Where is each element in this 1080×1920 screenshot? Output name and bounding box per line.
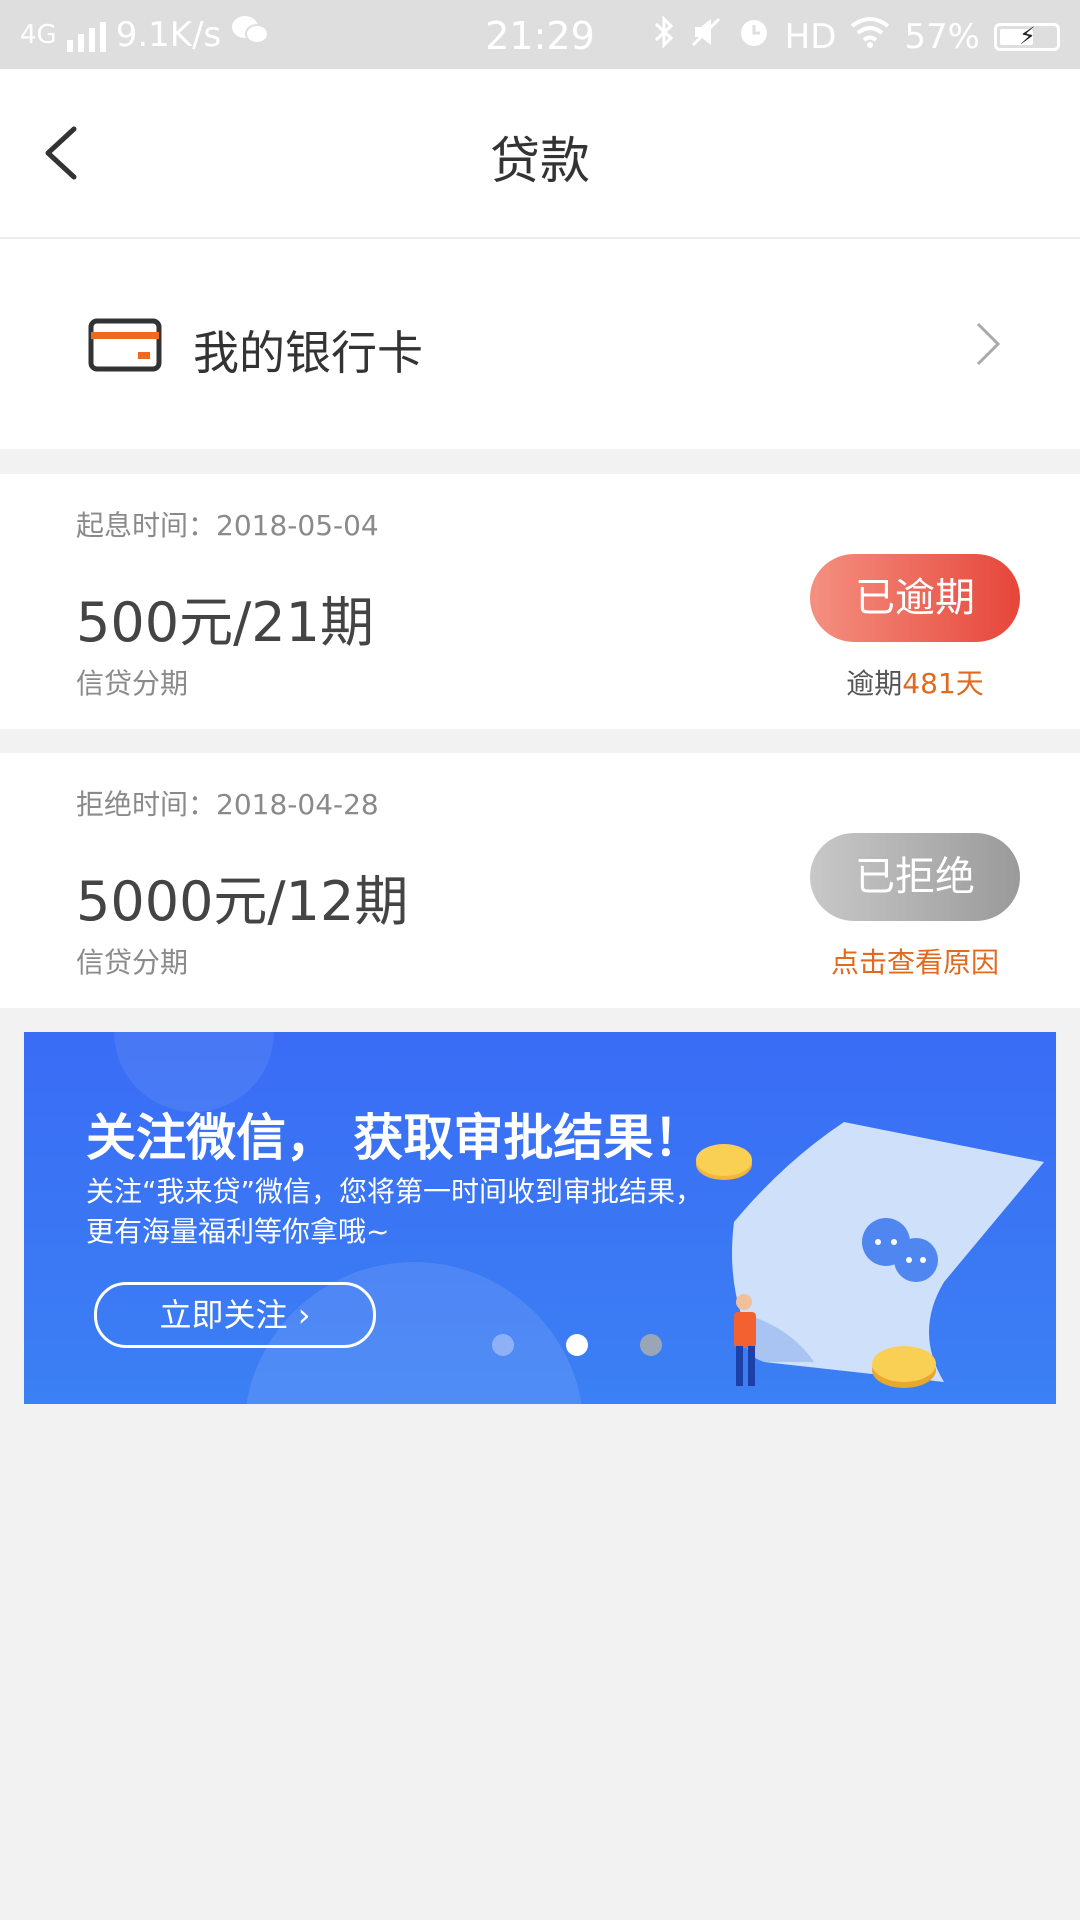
reject-date-value: 2018-04-28 <box>216 788 379 821</box>
follow-now-label: 立即关注 <box>159 1296 288 1334</box>
reject-date-label: 拒绝时间： <box>76 788 217 821</box>
navigation-bar: 贷款 <box>0 69 1080 239</box>
carousel-indicator <box>492 1334 662 1356</box>
loan-amount: 5000元/12期 <box>76 870 409 933</box>
chevron-right-icon <box>976 322 1001 366</box>
view-reason-text: 点击查看原因 <box>830 946 999 979</box>
page-title: 贷款 <box>490 132 590 190</box>
loan-amount: 500元/21期 <box>76 591 374 654</box>
carousel-dot-active[interactable] <box>566 1334 588 1356</box>
battery-percent: 57% <box>904 16 980 57</box>
overdue-status-button[interactable]: 已逾期 <box>810 554 1020 642</box>
hd-label: HD <box>784 16 837 57</box>
loan-card-overdue[interactable]: 起息时间：2018-05-04 500元/21期 信贷分期 已逾期 逾期481天 <box>0 474 1080 729</box>
my-bank-card-row[interactable]: 我的银行卡 <box>0 239 1080 449</box>
wifi-icon <box>850 16 890 57</box>
alarm-icon <box>737 15 771 58</box>
bank-card-icon <box>88 318 162 372</box>
banner-title: 关注微信， 获取审批结果！ <box>86 1109 704 1167</box>
start-date-label: 起息时间： <box>76 509 217 542</box>
view-reason-link[interactable]: 点击查看原因 <box>810 941 1020 981</box>
carousel-dot[interactable] <box>640 1334 662 1356</box>
follow-now-button[interactable]: 立即关注 › <box>94 1282 376 1348</box>
rejected-status-button[interactable]: 已拒绝 <box>810 833 1020 921</box>
wechat-document-illustration <box>696 1122 1044 1388</box>
overdue-days-value: 481天 <box>902 667 984 700</box>
bank-card-label: 我的银行卡 <box>193 326 423 380</box>
start-date: 起息时间：2018-05-04 <box>76 504 379 544</box>
chevron-right-icon: › <box>297 1296 311 1334</box>
mute-icon <box>689 15 723 58</box>
reject-date: 拒绝时间：2018-04-28 <box>76 783 379 823</box>
start-date-value: 2018-05-04 <box>216 509 379 542</box>
overdue-prefix: 逾期 <box>846 667 903 700</box>
wechat-follow-banner[interactable]: 关注微信， 获取审批结果！ 关注“我来贷”微信，您将第一时间收到审批结果， 更有… <box>24 1032 1056 1404</box>
status-bar: 4G 9.1K/s 21:29 HD 57% ⚡ <box>0 0 1080 69</box>
overdue-days: 逾期481天 <box>810 662 1020 702</box>
loan-type: 信贷分期 <box>76 667 189 700</box>
loan-type: 信贷分期 <box>76 946 189 979</box>
battery-icon: ⚡ <box>994 22 1060 51</box>
bluetooth-icon <box>653 14 675 59</box>
carousel-dot[interactable] <box>492 1334 514 1356</box>
loan-card-rejected[interactable]: 拒绝时间：2018-04-28 5000元/12期 信贷分期 已拒绝 点击查看原… <box>0 753 1080 1008</box>
